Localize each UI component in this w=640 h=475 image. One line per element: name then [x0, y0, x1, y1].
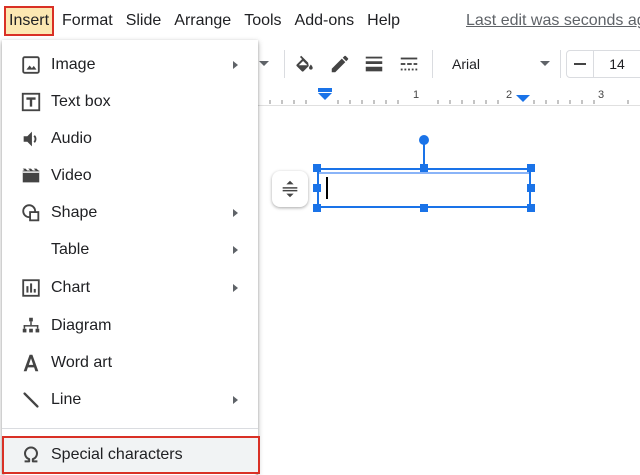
shape-icon [22, 204, 40, 222]
menu-add-ons[interactable]: Add-ons [290, 6, 360, 36]
toolbar-divider [560, 50, 561, 78]
resize-handle-right[interactable] [527, 184, 535, 192]
slide-canvas[interactable] [258, 107, 640, 475]
chevron-down-icon[interactable] [258, 60, 270, 68]
ruler-ticks [269, 88, 629, 104]
toolbar-divider [432, 50, 433, 78]
text-box-icon [21, 92, 41, 112]
insert-table-item[interactable]: Table [2, 232, 258, 268]
font-family-value: Arial [452, 56, 481, 72]
line-icon [23, 392, 39, 408]
diagram-icon [22, 317, 40, 333]
resize-handle-top[interactable] [420, 164, 428, 172]
insert-chart-item[interactable]: Chart [2, 270, 258, 306]
ruler-label: 3 [598, 89, 605, 101]
rotation-handle[interactable] [419, 135, 429, 145]
line-weight-icon[interactable] [363, 53, 385, 75]
last-edit-link[interactable]: Last edit was seconds ago [466, 12, 640, 30]
audio-icon [23, 131, 37, 147]
menu-item-label: Text box [51, 93, 111, 110]
paint-bucket-icon[interactable] [293, 53, 315, 75]
insert-word-art-item[interactable]: Word art [2, 345, 258, 381]
word-art-icon [23, 354, 39, 372]
menu-item-label: Image [51, 56, 96, 73]
menu-insert[interactable]: Insert [4, 6, 55, 36]
autofit-button[interactable] [272, 171, 308, 207]
menu-item-label: Diagram [51, 317, 112, 334]
resize-handle-top-right[interactable] [527, 164, 535, 172]
menu-item-label: Shape [51, 204, 98, 221]
resize-handle-bottom-right[interactable] [527, 204, 535, 212]
ruler-label: 2 [506, 89, 513, 101]
menu-format[interactable]: Format [57, 6, 118, 36]
menu-item-label: Table [51, 241, 90, 258]
insert-shape-item[interactable]: Shape [2, 195, 258, 231]
chevron-down-icon [540, 61, 550, 66]
submenu-arrow-icon [233, 284, 238, 292]
menu-slide[interactable]: Slide [121, 6, 167, 36]
menu-item-label: Audio [51, 130, 92, 147]
menu-item-label: Video [51, 167, 92, 184]
insert-video-item[interactable]: Video [2, 158, 258, 194]
text-caret [326, 177, 328, 199]
text-box-inner-border [319, 172, 529, 174]
menu-help[interactable]: Help [362, 6, 405, 36]
submenu-arrow-icon [233, 246, 238, 254]
insert-text-box-item[interactable]: Text box [2, 84, 258, 120]
submenu-arrow-icon [233, 61, 238, 69]
submenu-arrow-icon [233, 396, 238, 404]
vertical-align-icon [282, 180, 298, 198]
insert-line-item[interactable]: Line [2, 382, 258, 418]
line-dash-icon[interactable] [398, 53, 420, 75]
horizontal-ruler[interactable]: 1 2 3 [258, 86, 640, 106]
image-icon [22, 56, 40, 74]
resize-handle-top-left[interactable] [313, 164, 321, 172]
chart-icon [22, 279, 40, 297]
font-size-input[interactable]: 14 [594, 50, 640, 78]
menu-item-label: Special characters [51, 446, 183, 463]
omega-icon [24, 446, 38, 463]
menu-divider [2, 428, 258, 429]
insert-special-characters-item[interactable]: Special characters [2, 436, 260, 474]
insert-audio-item[interactable]: Audio [2, 121, 258, 157]
pencil-icon[interactable] [329, 53, 351, 75]
insert-diagram-item[interactable]: Diagram [2, 308, 258, 344]
menu-tools[interactable]: Tools [239, 6, 286, 36]
font-family-select[interactable]: Arial [446, 50, 558, 78]
resize-handle-bottom[interactable] [420, 204, 428, 212]
submenu-arrow-icon [233, 209, 238, 217]
toolbar-divider [284, 50, 285, 78]
insert-image-item[interactable]: Image [2, 47, 258, 83]
resize-handle-left[interactable] [313, 184, 321, 192]
minus-icon [574, 63, 586, 65]
menu-item-label: Word art [51, 354, 113, 371]
decrease-font-size-button[interactable] [566, 50, 594, 78]
ruler-label: 1 [413, 89, 420, 101]
selected-text-box[interactable] [317, 168, 531, 208]
video-icon [22, 168, 40, 183]
insert-menu: Image Text box Audio Video Shape Table C… [2, 40, 260, 475]
menu-item-label: Chart [51, 279, 91, 296]
menu-arrange[interactable]: Arrange [169, 6, 236, 36]
slides-app: Insert Format Slide Arrange Tools Add-on… [0, 0, 640, 475]
menu-item-label: Line [51, 391, 82, 408]
resize-handle-bottom-left[interactable] [313, 204, 321, 212]
